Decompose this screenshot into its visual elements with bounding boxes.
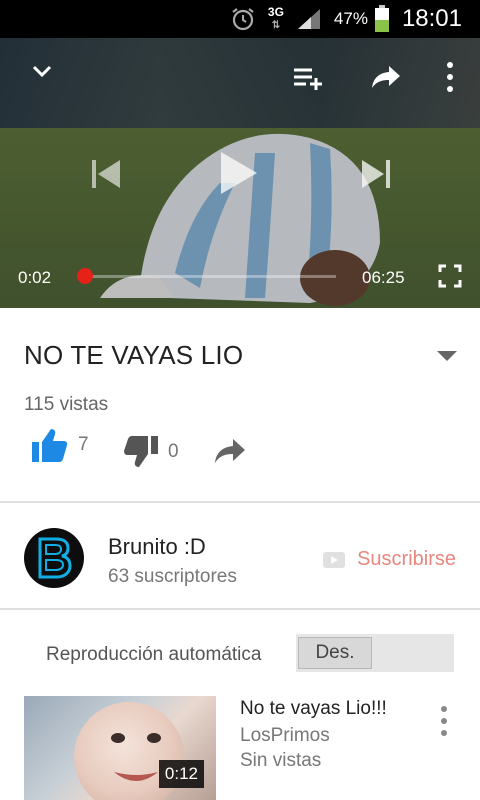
battery-icon xyxy=(374,5,390,33)
related-video-channel: LosPrimos xyxy=(240,725,330,746)
like-count: 7 xyxy=(78,434,89,455)
total-duration: 06:25 xyxy=(362,268,405,287)
video-player[interactable]: 0:02 06:25 xyxy=(0,38,480,308)
related-video-views: Sin vistas xyxy=(240,750,322,771)
dislike-count: 0 xyxy=(168,441,179,462)
alarm-icon xyxy=(230,6,256,32)
add-to-playlist-icon[interactable] xyxy=(288,62,328,94)
video-title: NO TE VAYAS LIO xyxy=(24,340,244,370)
share-icon[interactable] xyxy=(366,60,406,94)
autoplay-label: Reproducción automática xyxy=(46,644,262,665)
subscriber-count: 63 suscriptores xyxy=(108,566,237,587)
related-video-title[interactable]: No te vayas Lio!!! xyxy=(240,698,387,720)
clock: 18:01 xyxy=(401,5,462,32)
view-count: 115 vistas xyxy=(24,394,109,415)
share-button[interactable] xyxy=(214,438,246,464)
signal-icon xyxy=(296,7,322,31)
dislike-button[interactable]: 0 xyxy=(124,436,179,468)
channel-name[interactable]: Brunito :D xyxy=(108,534,206,560)
network-type-indicator: 3G ⇅ xyxy=(267,5,284,31)
like-button[interactable]: 7 xyxy=(32,428,89,462)
divider xyxy=(0,608,480,610)
previous-icon[interactable] xyxy=(86,154,126,194)
network-label: 3G xyxy=(267,5,284,19)
divider xyxy=(0,501,480,503)
channel-row[interactable]: Brunito :D 63 suscriptores Suscribirse xyxy=(0,504,480,608)
play-icon[interactable] xyxy=(214,148,264,198)
subscribe-button[interactable]: Suscribirse xyxy=(323,548,456,571)
autoplay-toggle-state: Des. xyxy=(298,637,372,669)
thumbs-down-icon xyxy=(124,436,158,467)
battery-percent: 47% xyxy=(333,9,368,28)
thumbs-up-icon xyxy=(32,429,68,462)
video-title-row[interactable]: NO TE VAYAS LIO xyxy=(0,308,480,400)
expand-description-icon[interactable] xyxy=(432,346,462,366)
minimize-chevron-icon[interactable] xyxy=(24,56,60,86)
progress-bar[interactable] xyxy=(77,268,336,284)
fullscreen-icon[interactable] xyxy=(436,262,464,290)
youtube-play-icon xyxy=(323,551,346,568)
related-more-icon[interactable] xyxy=(432,706,456,736)
more-options-icon[interactable] xyxy=(438,62,462,92)
subscribe-label: Suscribirse xyxy=(357,548,456,570)
share-arrow-icon xyxy=(215,439,245,463)
channel-avatar[interactable] xyxy=(24,528,84,588)
status-bar: 3G ⇅ 47% 18:01 xyxy=(0,0,480,38)
current-time: 0:02 xyxy=(18,268,52,287)
autoplay-toggle[interactable]: Des. xyxy=(296,634,454,672)
related-video-thumbnail[interactable]: 0:12 xyxy=(24,696,216,800)
video-duration: 0:12 xyxy=(158,760,204,788)
next-icon[interactable] xyxy=(356,154,396,194)
